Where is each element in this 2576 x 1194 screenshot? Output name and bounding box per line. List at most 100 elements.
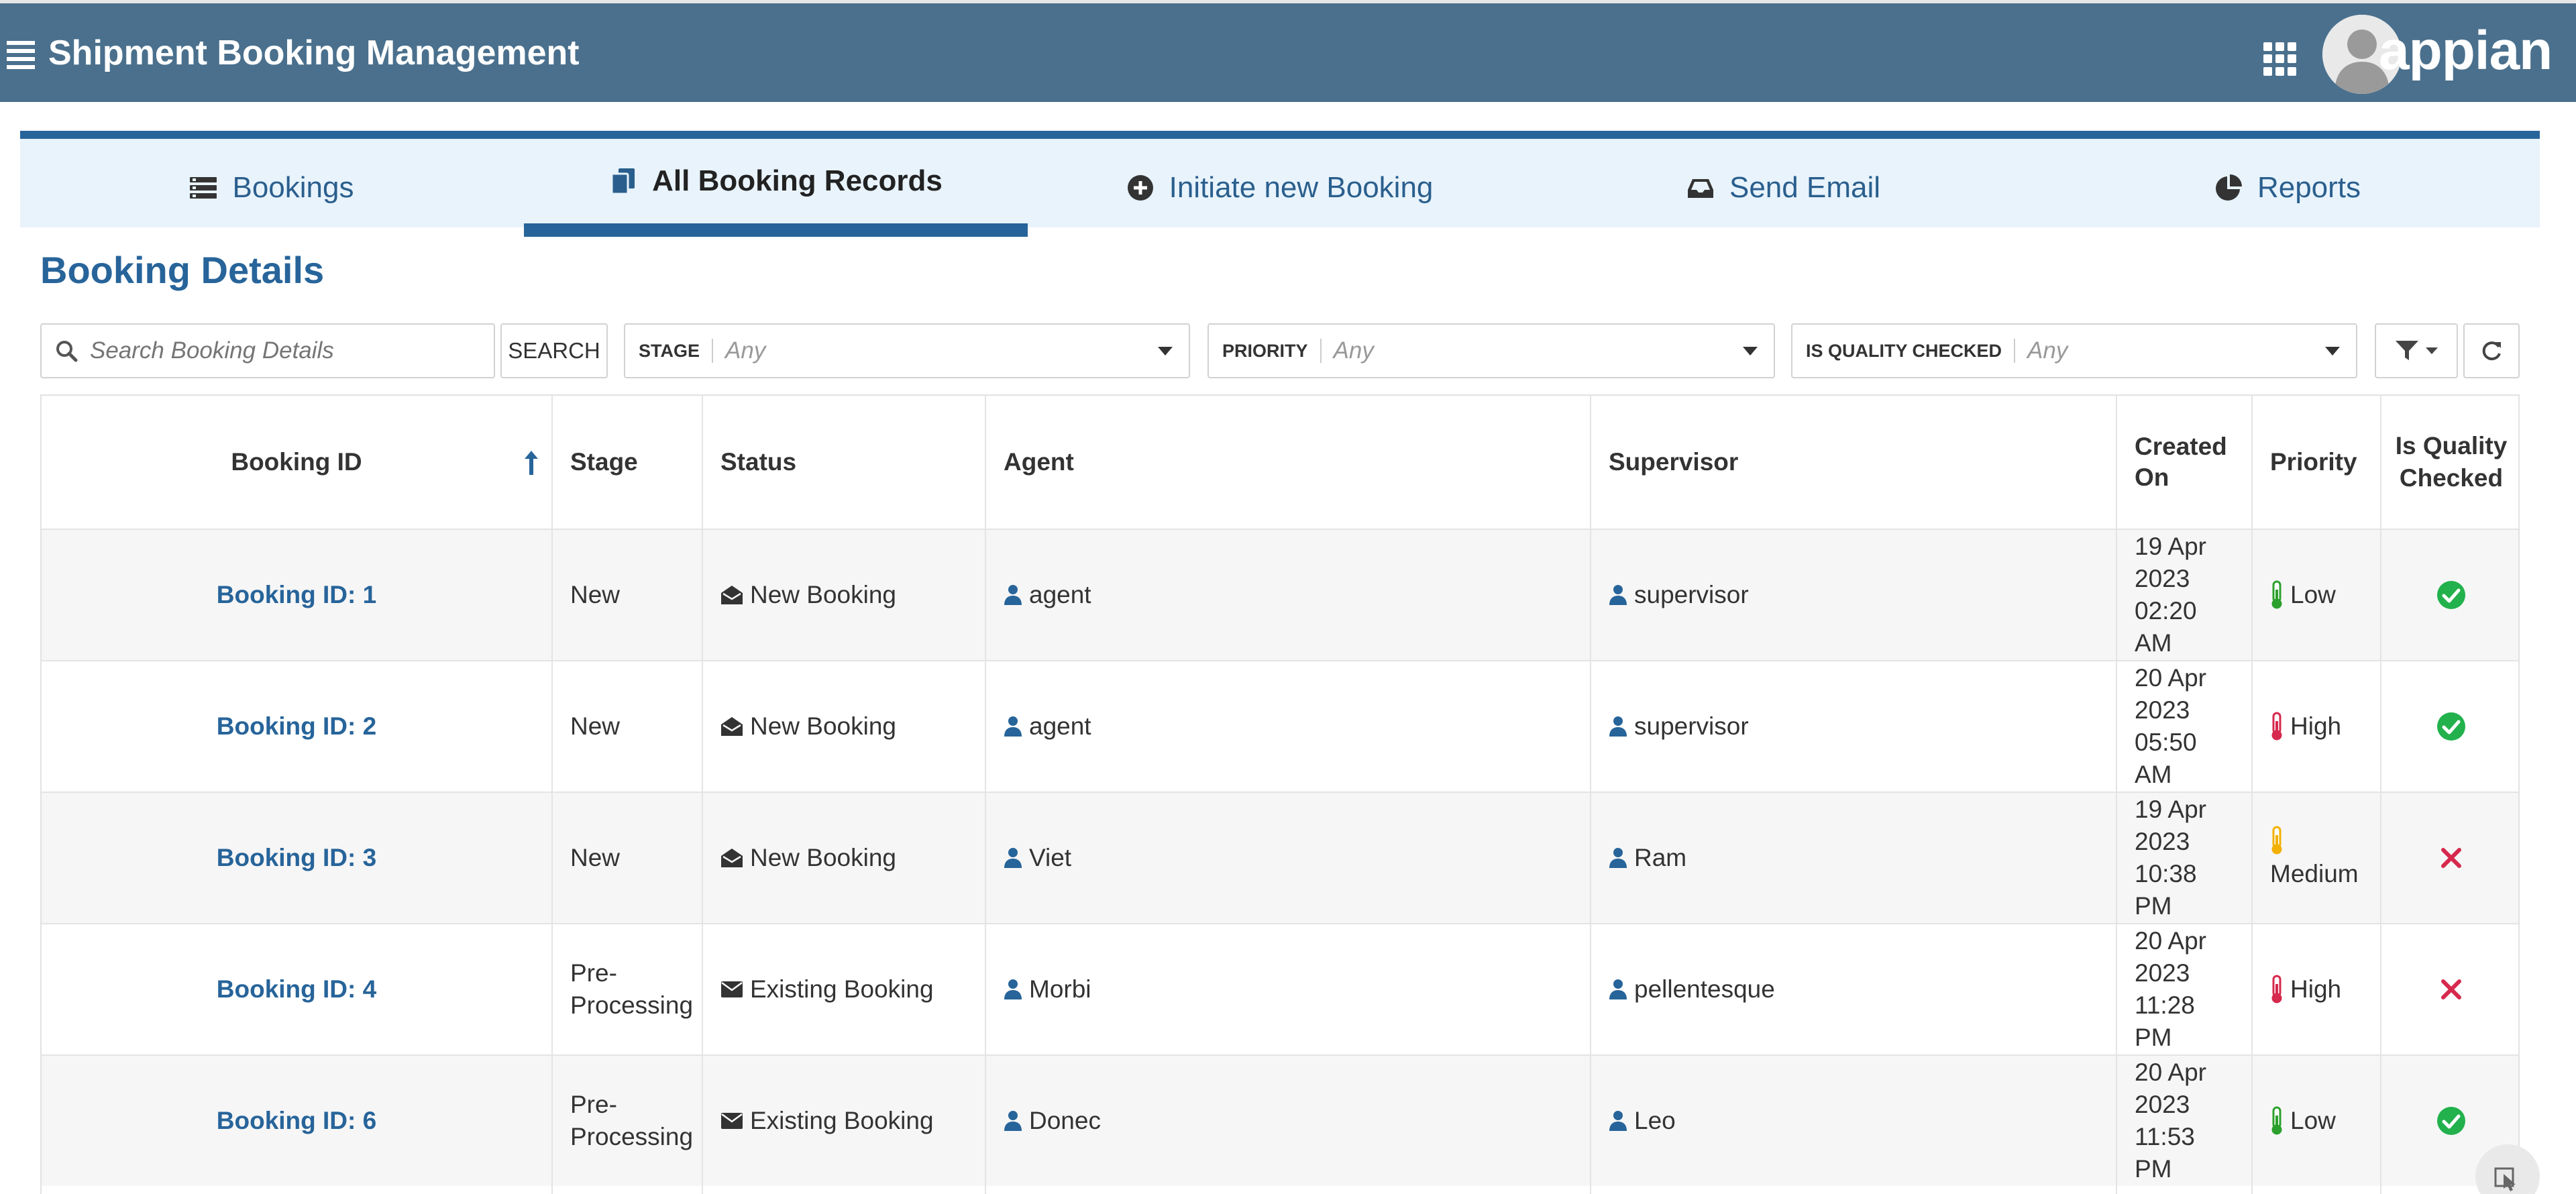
pointer-icon bbox=[2494, 1167, 2516, 1191]
feedback-cursor-button[interactable] bbox=[2475, 1144, 2540, 1194]
apps-grid-icon[interactable] bbox=[2263, 42, 2297, 76]
search-input[interactable] bbox=[90, 337, 479, 364]
column-header-status[interactable]: Status bbox=[703, 396, 985, 529]
quality-checked-dropdown[interactable]: IS QUALITY CHECKED Any bbox=[1791, 323, 2357, 378]
status-text: New Booking bbox=[750, 712, 897, 740]
tab-label: Reports bbox=[2257, 171, 2361, 204]
user-icon bbox=[1609, 716, 1627, 737]
sort-ascending-icon[interactable] bbox=[523, 449, 539, 476]
quality-checked-cell bbox=[2381, 793, 2521, 923]
created-on-cell: 19 Apr 2023 02:20 AM bbox=[2117, 530, 2251, 660]
created-on-text: 20 Apr 2023 11:53 PM bbox=[2135, 1059, 2206, 1183]
column-header-priority[interactable]: Priority bbox=[2253, 396, 2380, 529]
tab-label: Send Email bbox=[1729, 171, 1880, 204]
supervisor-name: supervisor bbox=[1634, 712, 1749, 740]
created-on-cell: 20 Apr 2023 05:50 AM bbox=[2117, 661, 2251, 792]
priority-cell: High bbox=[2253, 924, 2380, 1054]
status-text: Existing Booking bbox=[750, 1107, 934, 1134]
thermometer-icon bbox=[2271, 712, 2282, 741]
agent-cell: Viet bbox=[986, 793, 1590, 923]
user-icon bbox=[1004, 716, 1022, 737]
table-row: Booking ID: 4 Pre-Processing Existing Book… bbox=[42, 923, 2518, 1054]
tab-label: Initiate new Booking bbox=[1169, 171, 1434, 204]
table-row: Booking ID: 2 New New Booking agent supervis… bbox=[42, 660, 2518, 792]
stage-text: New bbox=[570, 712, 621, 740]
column-header-created-on[interactable]: Created On bbox=[2117, 396, 2251, 529]
filter-icon bbox=[2396, 341, 2418, 360]
search-button[interactable]: SEARCH bbox=[500, 323, 608, 378]
column-header-booking-id[interactable]: Booking ID bbox=[42, 396, 551, 529]
supervisor-cell: supervisor bbox=[1591, 530, 2116, 660]
supervisor-name: supervisor bbox=[1634, 581, 1749, 608]
status-text: New Booking bbox=[750, 581, 897, 608]
column-header-agent[interactable]: Agent bbox=[986, 396, 1590, 529]
status-text: New Booking bbox=[750, 844, 897, 871]
tab-bar: Bookings All Booking Records Initiate ne… bbox=[20, 131, 2540, 237]
dropdown-label: IS QUALITY CHECKED bbox=[1806, 340, 2002, 361]
table-row: Booking ID: 6 Pre-Processing Existing Book… bbox=[42, 1054, 2518, 1186]
user-icon bbox=[1609, 848, 1627, 868]
tab-bookings[interactable]: Bookings bbox=[20, 139, 523, 237]
booking-id-link[interactable]: Booking ID: 1 bbox=[217, 579, 376, 611]
stage-cell: Pre-Processing bbox=[553, 924, 702, 1054]
refresh-icon bbox=[2482, 341, 2501, 361]
tab-all-booking-records[interactable]: All Booking Records bbox=[524, 139, 1028, 237]
priority-text: Low bbox=[2290, 581, 2336, 608]
refresh-button[interactable] bbox=[2463, 323, 2520, 378]
app-title: Shipment Booking Management bbox=[48, 34, 580, 72]
stage-dropdown[interactable]: STAGE Any bbox=[624, 323, 1190, 378]
booking-id-cell: Booking ID: 4 bbox=[42, 924, 551, 1054]
dropdown-label: PRIORITY bbox=[1222, 340, 1308, 361]
divider bbox=[2014, 339, 2016, 363]
stage-cell: New bbox=[553, 530, 702, 660]
tab-initiate-new-booking[interactable]: Initiate new Booking bbox=[1028, 139, 1532, 237]
priority-dropdown[interactable]: PRIORITY Any bbox=[1208, 323, 1775, 378]
app-header: Shipment Booking Management appian bbox=[0, 0, 2576, 102]
documents-icon bbox=[610, 168, 635, 195]
dropdown-value: Any bbox=[1333, 337, 1374, 364]
dropdown-value: Any bbox=[725, 337, 766, 364]
tab-label: All Booking Records bbox=[652, 164, 943, 197]
appian-logo: appian bbox=[2379, 20, 2553, 81]
supervisor-cell: Ram bbox=[1591, 793, 2116, 923]
thermometer-icon bbox=[2271, 975, 2282, 1003]
booking-id-cell: Booking ID: 2 bbox=[42, 661, 551, 792]
stage-cell: New bbox=[553, 793, 702, 923]
agent-name: Viet bbox=[1029, 844, 1072, 871]
tab-send-email[interactable]: Send Email bbox=[1532, 139, 2035, 237]
agent-name: agent bbox=[1029, 581, 1091, 608]
booking-id-cell: Booking ID: 6 bbox=[42, 1056, 551, 1186]
thermometer-icon bbox=[2271, 1106, 2282, 1135]
column-header-supervisor[interactable]: Supervisor bbox=[1591, 396, 2116, 529]
hamburger-icon[interactable] bbox=[7, 41, 35, 69]
supervisor-cell: supervisor bbox=[1591, 661, 2116, 792]
booking-id-link[interactable]: Booking ID: 2 bbox=[217, 710, 376, 743]
agent-cell: Morbi bbox=[986, 924, 1590, 1054]
supervisor-name: Ram bbox=[1634, 844, 1687, 871]
chevron-down-icon bbox=[1158, 346, 1173, 356]
pie-chart-icon bbox=[2215, 174, 2242, 201]
agent-cell: Donec bbox=[986, 1056, 1590, 1186]
header-label: Booking ID bbox=[231, 448, 362, 476]
stage-text: New bbox=[570, 844, 621, 871]
close-icon bbox=[2441, 848, 2461, 868]
plus-circle-icon bbox=[1127, 175, 1153, 201]
tab-reports[interactable]: Reports bbox=[2035, 139, 2540, 237]
check-circle-icon bbox=[2437, 712, 2465, 741]
column-header-quality-checked[interactable]: Is Quality Checked bbox=[2381, 396, 2521, 529]
envelope-open-icon bbox=[721, 586, 743, 604]
filter-menu-button[interactable] bbox=[2375, 323, 2458, 378]
search-box bbox=[40, 323, 495, 378]
column-header-stage[interactable]: Stage bbox=[553, 396, 702, 529]
table-row: Booking ID: 3 New New Booking Viet Ram 19 Apr… bbox=[42, 792, 2518, 923]
booking-id-link[interactable]: Booking ID: 3 bbox=[217, 842, 376, 874]
created-on-cell: 20 Apr 2023 11:28 PM bbox=[2117, 924, 2251, 1054]
created-on-text: 20 Apr 2023 05:50 AM bbox=[2135, 664, 2206, 788]
booking-id-link[interactable]: Booking ID: 6 bbox=[217, 1105, 376, 1137]
created-on-text: 19 Apr 2023 02:20 AM bbox=[2135, 533, 2206, 657]
agent-cell: agent bbox=[986, 661, 1590, 792]
booking-id-link[interactable]: Booking ID: 4 bbox=[217, 973, 376, 1006]
close-icon bbox=[2441, 979, 2461, 999]
supervisor-name: Leo bbox=[1634, 1107, 1676, 1134]
user-icon bbox=[1609, 1111, 1627, 1131]
